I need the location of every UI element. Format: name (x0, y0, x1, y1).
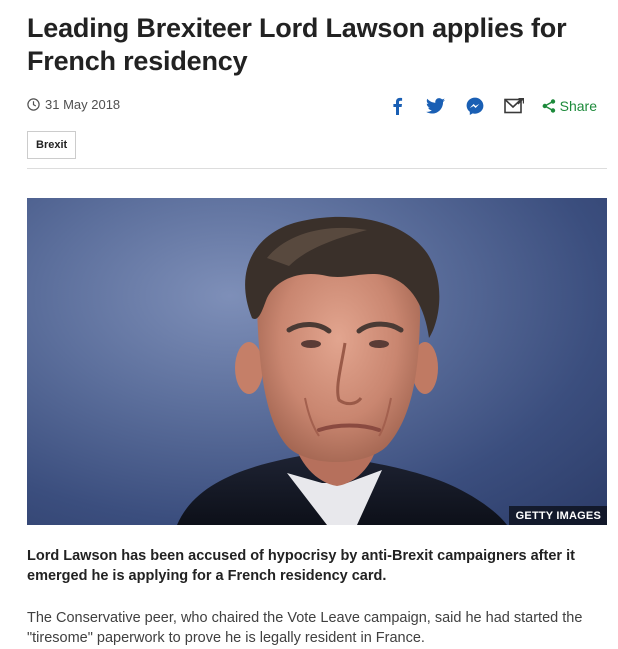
clock-icon (27, 98, 40, 111)
article-date: 31 May 2018 (27, 97, 120, 112)
share-bar: Share (369, 95, 597, 117)
topic-tag-brexit[interactable]: Brexit (27, 131, 77, 159)
date-text: 31 May 2018 (45, 97, 121, 112)
portrait-illustration (177, 216, 507, 525)
article-body-paragraph: The Conservative peer, who chaired the V… (27, 610, 583, 646)
share-label: Share (559, 98, 597, 114)
divider (27, 168, 607, 169)
article-summary: Lord Lawson has been accused of hypocris… (27, 548, 575, 584)
article-photo: GETTY IMAGES (27, 198, 607, 525)
share-icon (542, 99, 555, 113)
twitter-icon[interactable] (425, 95, 447, 117)
article-meta: 31 May 2018 Share (27, 95, 597, 117)
share-button[interactable]: Share (542, 98, 597, 114)
email-icon[interactable] (503, 95, 525, 117)
image-credit: GETTY IMAGES (508, 506, 607, 525)
facebook-icon[interactable] (386, 95, 408, 117)
article-headline: Leading Brexiteer Lord Lawson applies fo… (27, 13, 567, 76)
messenger-icon[interactable] (464, 95, 486, 117)
